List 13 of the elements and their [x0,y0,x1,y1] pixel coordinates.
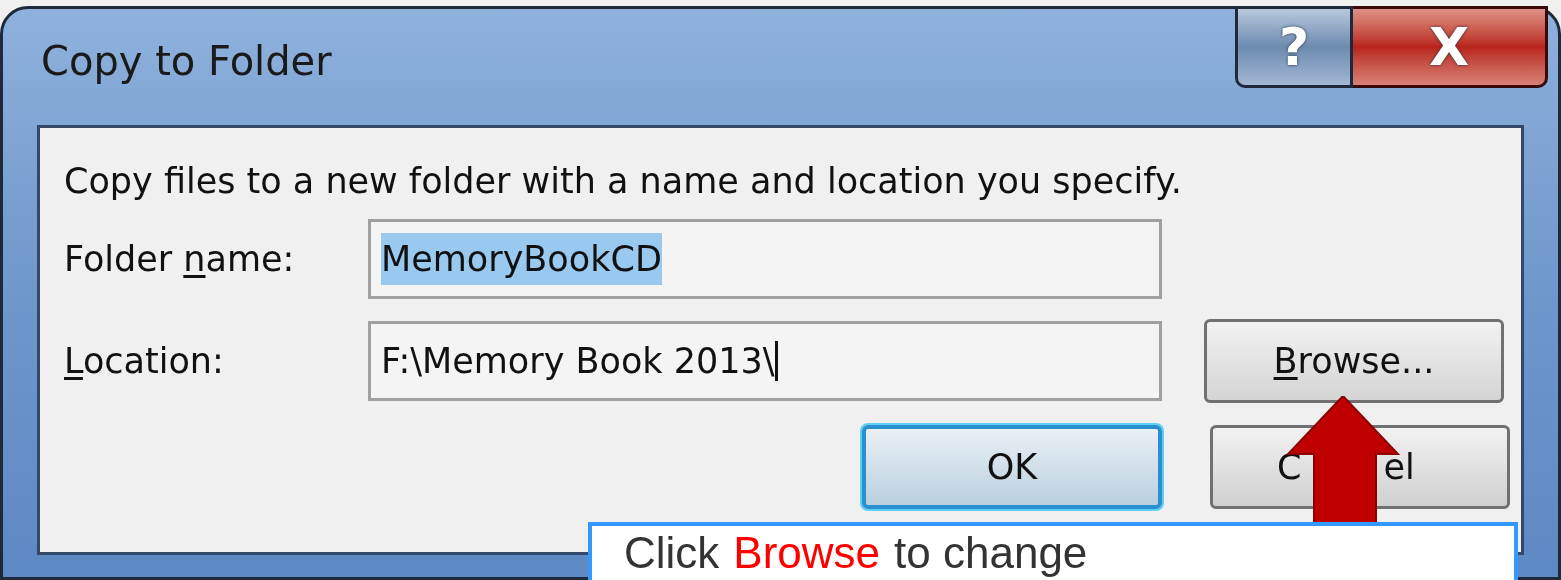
text-caret [774,341,778,381]
text-field[interactable]: MemoryBookCD [368,219,1162,299]
text-field[interactable]: F:\Memory Book 2013\ [368,321,1162,401]
browse-button[interactable]: Browse... [1204,319,1504,403]
callout-text: to change [894,531,1088,575]
dialog-button[interactable]: OK [862,425,1162,509]
field-label: Location: [64,339,225,383]
intro-text: Copy files to a new folder with a name and location you specify. [64,164,1183,199]
callout-highlight: Browse [733,531,881,575]
callout-text: Click [624,531,720,575]
close-button[interactable]: X [1353,6,1548,88]
button-text: el [1383,445,1415,489]
field-label: Folder name: [64,237,296,281]
